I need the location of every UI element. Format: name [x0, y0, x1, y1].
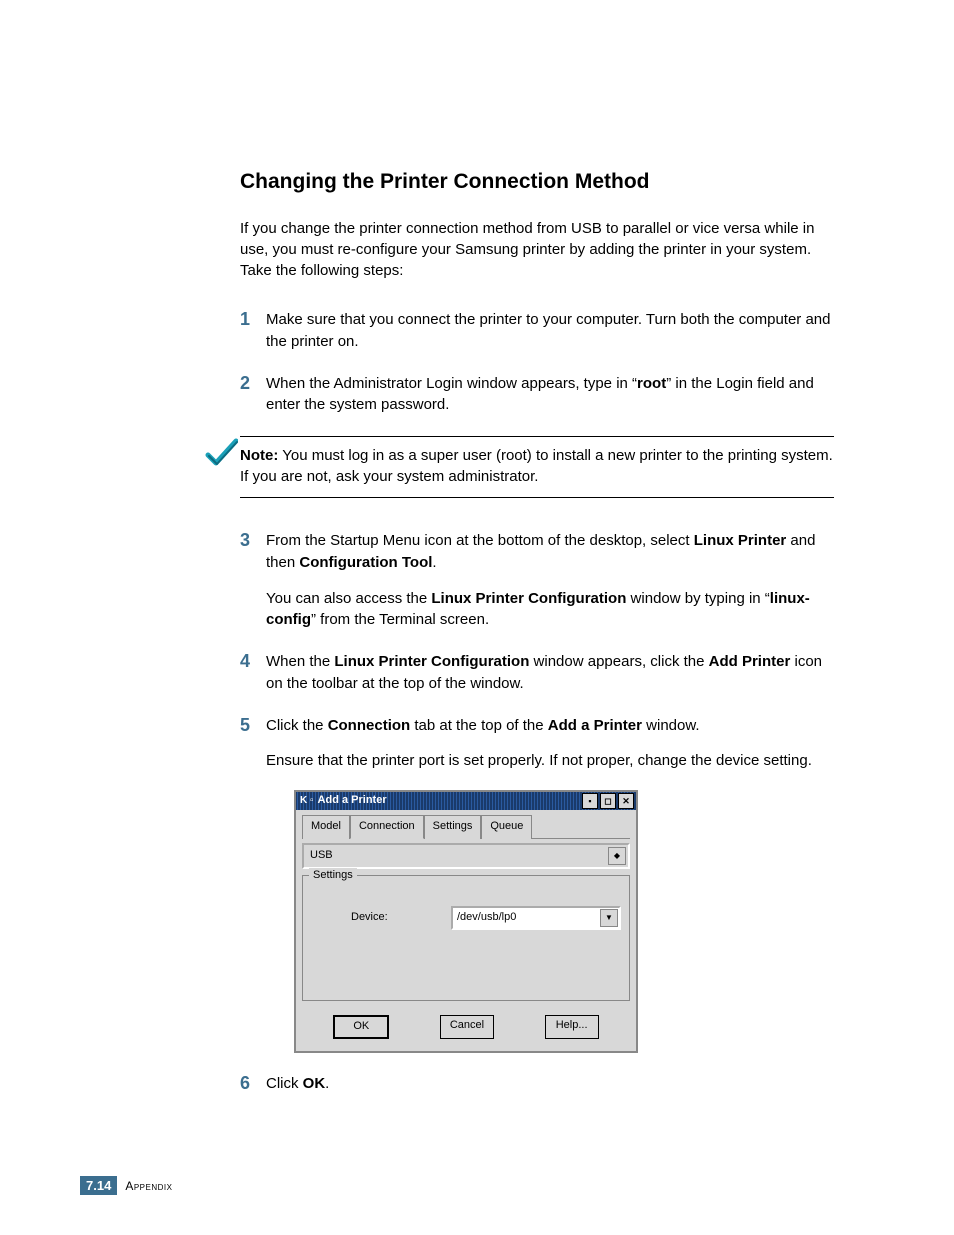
step-number: 3: [240, 530, 266, 631]
step-number: 4: [240, 651, 266, 695]
section-heading: Changing the Printer Connection Method: [240, 170, 834, 194]
dialog-title-text: Add a Printer: [318, 793, 387, 809]
step-1: 1 Make sure that you connect the printer…: [240, 309, 834, 353]
step-5: 5 Click the Connection tab at the top of…: [240, 715, 834, 1053]
step-text: When the Linux Printer Configuration win…: [266, 651, 834, 695]
window-icon: K ▫: [300, 794, 314, 809]
step-2: 2 When the Administrator Login window ap…: [240, 373, 834, 417]
add-printer-dialog: K ▫ Add a Printer ▪ ◻ ✕ Model Connection…: [294, 790, 638, 1053]
step-text: Make sure that you connect the printer t…: [266, 309, 834, 353]
note-block: Note: You must log in as a super user (r…: [240, 436, 834, 498]
tab-connection[interactable]: Connection: [350, 815, 424, 839]
settings-group: Settings Device: /dev/usb/lp0 ▼: [302, 875, 630, 1001]
step-text: Click the Connection tab at the top of t…: [266, 715, 834, 1053]
updown-icon[interactable]: ◆: [608, 847, 626, 865]
step-text: From the Startup Menu icon at the bottom…: [266, 530, 834, 631]
page-number-badge: 7.14: [80, 1176, 117, 1195]
maximize-icon[interactable]: ◻: [600, 793, 616, 809]
close-icon[interactable]: ✕: [618, 793, 634, 809]
port-select-value: USB: [310, 848, 333, 864]
tab-model[interactable]: Model: [302, 815, 350, 839]
step-number: 5: [240, 715, 266, 1053]
note-label: Note:: [240, 447, 278, 464]
step-text: Click OK.: [266, 1073, 834, 1095]
step-6: 6 Click OK.: [240, 1073, 834, 1095]
minimize-icon[interactable]: ▪: [582, 793, 598, 809]
step-number: 1: [240, 309, 266, 353]
note-text: You must log in as a super user (root) t…: [240, 447, 833, 485]
device-select[interactable]: /dev/usb/lp0 ▼: [451, 906, 621, 930]
step-3: 3 From the Startup Menu icon at the bott…: [240, 530, 834, 631]
help-button[interactable]: Help...: [545, 1015, 599, 1039]
tab-settings[interactable]: Settings: [424, 815, 482, 839]
cancel-button[interactable]: Cancel: [440, 1015, 494, 1039]
dialog-titlebar[interactable]: K ▫ Add a Printer ▪ ◻ ✕: [296, 792, 636, 810]
page-footer: 7.14 Appendix: [80, 1176, 172, 1195]
step-number: 2: [240, 373, 266, 417]
footer-section-label: Appendix: [125, 1179, 172, 1193]
tab-queue[interactable]: Queue: [481, 815, 532, 839]
device-label: Device:: [311, 910, 451, 926]
step-text: When the Administrator Login window appe…: [266, 373, 834, 417]
device-value: /dev/usb/lp0: [453, 910, 516, 926]
step-number: 6: [240, 1073, 266, 1095]
checkmark-icon: [204, 437, 238, 471]
dropdown-icon[interactable]: ▼: [600, 909, 618, 927]
ok-button[interactable]: OK: [333, 1015, 389, 1039]
step-4: 4 When the Linux Printer Configuration w…: [240, 651, 834, 695]
intro-paragraph: If you change the printer connection met…: [240, 218, 834, 281]
port-select[interactable]: USB ◆: [302, 843, 630, 869]
dialog-tabs: Model Connection Settings Queue: [302, 814, 630, 839]
group-label: Settings: [309, 868, 357, 884]
